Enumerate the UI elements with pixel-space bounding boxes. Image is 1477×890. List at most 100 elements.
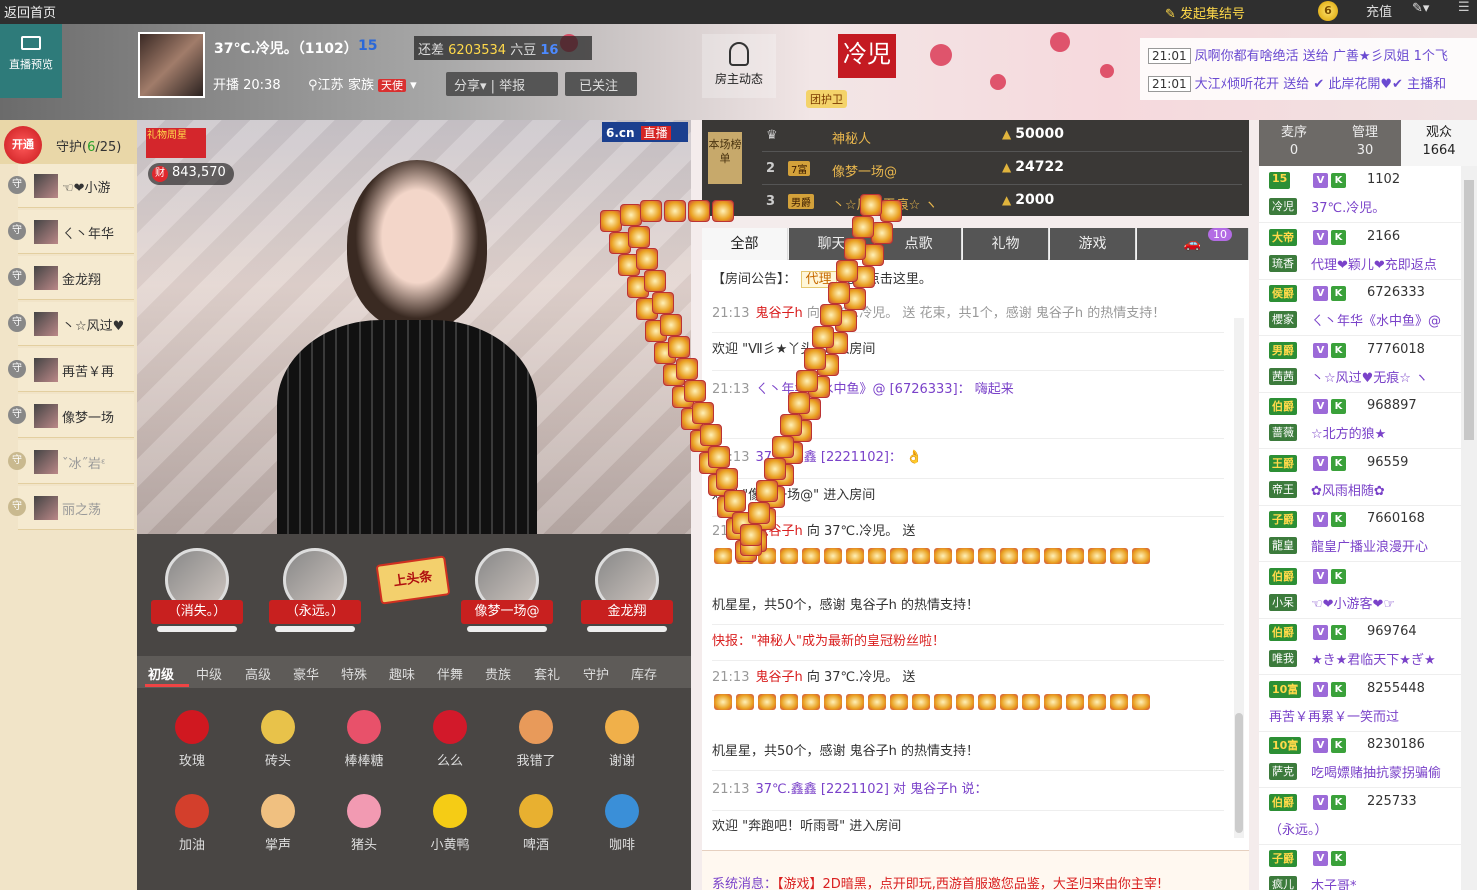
duck-icon — [433, 794, 467, 828]
tab-gift-basic[interactable]: 初级 — [148, 664, 174, 683]
tab-all[interactable]: 全部 — [702, 228, 788, 260]
audience-item[interactable]: 男爵 V K 7776018 茜茜 丶☆风过♥无痕☆ ヽ — [1259, 336, 1461, 393]
tab-gift-set[interactable]: 套礼 — [534, 664, 560, 683]
tab-chat[interactable]: 聊天 — [789, 228, 875, 260]
vip-icon: V — [1313, 625, 1328, 640]
avatar — [34, 220, 58, 244]
gift-item[interactable]: 小黄鸭 — [415, 794, 485, 860]
gift-item[interactable]: 啤酒 — [501, 794, 571, 860]
msg-user[interactable]: 鬼谷子h — [755, 524, 802, 539]
tab-car[interactable]: 🚗 — [1137, 228, 1249, 260]
system-message-bar: 系统消息：【游戏】2D暗黑，点开即玩,西游首服邀您品鉴，大圣归来由你主宰! — [702, 850, 1249, 890]
fan-slot[interactable]: （永远。） — [265, 548, 365, 648]
tab-game[interactable]: 游戏 — [1050, 228, 1136, 260]
rank-row[interactable]: 2 7富 像梦一场@ 24722 — [762, 153, 1242, 185]
user-name: 再苦￥再累￥一笑而过 — [1269, 709, 1400, 725]
tab-gift-noble[interactable]: 贵族 — [485, 664, 511, 683]
tab-song[interactable]: 点歌 — [876, 228, 962, 260]
audience-item[interactable]: 侯爵 V K 6726333 櫻家 ㄑ丶年华《水中鱼》@ — [1259, 279, 1461, 336]
fan-slot[interactable]: 金龙翔 — [577, 548, 677, 648]
tab-gift-luxury[interactable]: 豪华 — [293, 664, 319, 683]
audience-item[interactable]: 伯爵 V K 225733 （永远。） — [1259, 788, 1461, 845]
guard-item[interactable]: 守 金龙翔 — [8, 256, 134, 300]
gift-item[interactable]: 谢谢 — [587, 710, 657, 776]
menu-icon[interactable]: ☰ — [1458, 0, 1470, 15]
audience-item[interactable]: 15 V K 1102 冷児 37℃.冷児。 — [1259, 166, 1461, 223]
audience-item[interactable]: 大帝 V K 2166 琉香 代理❤颖儿❤充即返点 — [1259, 223, 1461, 280]
back-home-link[interactable]: 返回首页 — [4, 2, 56, 21]
audience-item[interactable]: 10富 V K 8255448 再苦￥再累￥一笑而过 — [1259, 675, 1461, 732]
rank-row[interactable]: ♛ 神秘人 50000 — [762, 120, 1242, 152]
gift-item[interactable]: 玫瑰 — [157, 710, 227, 776]
gift-item[interactable]: 我错了 — [501, 710, 571, 776]
chat-scrollbar[interactable] — [1234, 318, 1244, 838]
gift-item[interactable]: 砖头 — [243, 710, 313, 776]
audience-item[interactable]: 10富 V K 8230186 萨克 吃喝嫖赌抽抗蒙拐骗偷 — [1259, 731, 1461, 788]
guard-item[interactable]: 守 ˇ冰˝岩ᵋ — [8, 440, 134, 484]
tab-mic-queue[interactable]: 麦序 0 — [1259, 120, 1329, 166]
audience-item[interactable]: 伯爵 V K 969764 唯我 ★き★君临天下★ぎ★ — [1259, 618, 1461, 675]
gift-item[interactable]: 棒棒糖 — [329, 710, 399, 776]
tab-gift-dance[interactable]: 伴舞 — [437, 664, 463, 683]
guard-item[interactable]: 守 像梦一场 — [8, 394, 134, 438]
scroll-thumb[interactable] — [1235, 713, 1243, 833]
family-info[interactable]: 家族 天使 ▾ — [348, 74, 417, 93]
owner-news-button[interactable]: 房主动态 — [702, 34, 776, 98]
guard-item[interactable]: 守 ㄑ丶年华 — [8, 210, 134, 254]
msg-user[interactable]: 鬼谷子h — [755, 670, 802, 685]
audience-item[interactable]: 伯爵 V K 小呆 ☜❤小游客❤☞ — [1259, 562, 1461, 619]
scroll-thumb[interactable] — [1464, 180, 1474, 440]
ticker-item[interactable]: 21:01 大江ﾒ倾听花开 送给 ✔ 此岸花開♥✔ 主播和 — [1148, 73, 1446, 92]
share-report-button[interactable]: 分享▾ | 举报 — [446, 72, 558, 96]
ticker-item[interactable]: 21:01 凤啊你都有啥绝活 送给 广善★彡凤姐 1个飞 — [1148, 45, 1448, 64]
gift-item[interactable]: 咖啡 — [587, 794, 657, 860]
chat-message: 欢迎 "像梦一场@" 进入房间 — [712, 484, 1222, 508]
tab-gift-guard[interactable]: 守护 — [583, 664, 609, 683]
fan-slot[interactable]: （消失。） — [147, 548, 247, 648]
guard-team-badge[interactable]: 团护卫 — [806, 90, 847, 108]
tab-gift-stock[interactable]: 库存 — [631, 664, 657, 683]
gift-item[interactable]: 掌声 — [243, 794, 313, 860]
tab-audience[interactable]: 观众 1664 — [1401, 120, 1477, 166]
rank-name: 丶☆风过无痕☆ ヽ — [832, 198, 938, 213]
coin-icon[interactable]: 6 — [1318, 1, 1338, 21]
tab-gift[interactable]: 礼物 — [963, 228, 1049, 260]
tab-gift-high[interactable]: 高级 — [245, 664, 271, 683]
tab-admins[interactable]: 管理 30 — [1330, 120, 1400, 166]
open-guard-button[interactable]: 开通 — [4, 126, 42, 164]
audience-item[interactable]: 王爵 V K 96559 帝王 ✿风雨相随✿ — [1259, 449, 1461, 506]
follow-button[interactable]: 已关注 — [565, 72, 637, 96]
gift-item[interactable]: 猪头 — [329, 794, 399, 860]
msg-text: 机星星，共50个，感谢 鬼谷子h 的热情支持！ — [712, 598, 980, 613]
guard-item[interactable]: 守 丶☆风过♥ — [8, 302, 134, 346]
gift-week-star-badge[interactable]: 礼物周星 — [146, 128, 206, 158]
live-preview-tab[interactable]: 直播预览 — [0, 24, 62, 98]
system-message[interactable]: 系统消息：【游戏】2D暗黑，点开即玩,西游首服邀您品鉴，大圣归来由你主宰! — [712, 873, 1162, 890]
guard-item[interactable]: 守 再苦￥再 — [8, 348, 134, 392]
brand-name: 6.cn — [606, 126, 635, 140]
guard-item[interactable]: 守 丽之荡 — [8, 486, 134, 530]
tab-gift-special[interactable]: 特殊 — [341, 664, 367, 683]
gift-item[interactable]: 么么 — [415, 710, 485, 776]
fan-slot[interactable]: 像梦一场@ — [457, 548, 557, 648]
tab-gift-fun[interactable]: 趣味 — [389, 664, 415, 683]
host-avatar[interactable] — [138, 32, 205, 98]
audience-item[interactable]: 子爵 V K 疯儿 木子哥* — [1259, 844, 1461, 890]
edit-icon[interactable]: ✎▾ — [1412, 1, 1429, 16]
divider — [712, 770, 1224, 771]
guard-item[interactable]: 守 ☜❤小游 — [8, 164, 134, 208]
audience-scrollbar[interactable] — [1461, 166, 1477, 890]
rank-row[interactable]: 3 男爵 丶☆风过无痕☆ ヽ 2000 — [762, 186, 1242, 218]
vip-icon: V — [1313, 399, 1328, 414]
location: ⚲江苏 — [308, 74, 344, 93]
tab-count: 30 — [1356, 143, 1374, 158]
msg-user[interactable]: 鬼谷子h — [755, 306, 802, 321]
recharge-button[interactable]: 充值 — [1366, 1, 1392, 20]
tab-gift-mid[interactable]: 中级 — [196, 664, 222, 683]
gift-item[interactable]: 加油 — [157, 794, 227, 860]
guard-icon: 守 — [8, 498, 26, 516]
notice-link[interactable]: 代理 — [800, 271, 837, 288]
audience-item[interactable]: 子爵 V K 7660168 龍皇 龍皇广播业浪漫开心 — [1259, 505, 1461, 562]
audience-item[interactable]: 伯爵 V K 968897 蔷薇 ☆北方的狼★ — [1259, 392, 1461, 449]
rally-button[interactable]: ✎ 发起集结号 — [1165, 0, 1280, 24]
